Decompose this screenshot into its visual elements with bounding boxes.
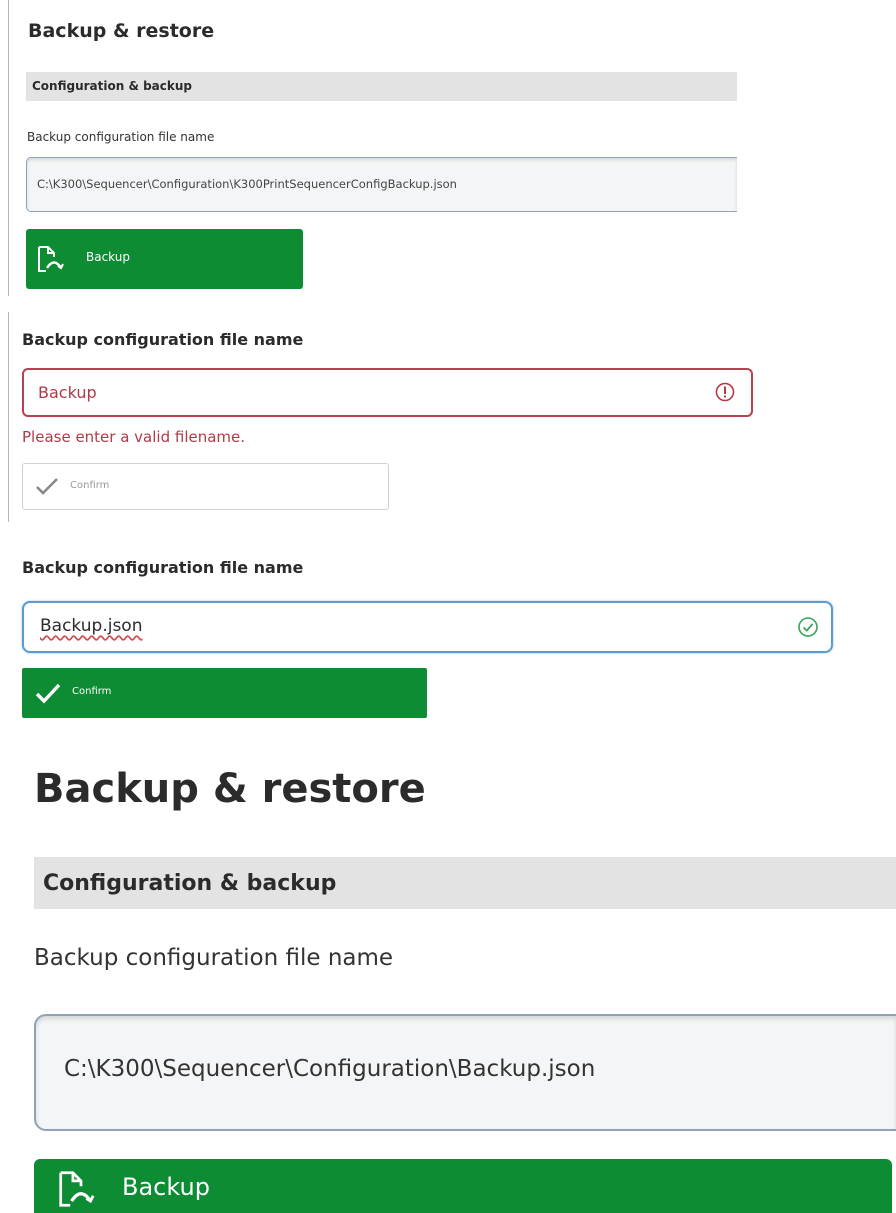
section-header-label: Configuration & backup: [43, 871, 337, 896]
page-title: Backup & restore: [34, 766, 426, 812]
page-title: Backup & restore: [28, 20, 215, 42]
confirm-button-label: Confirm: [72, 686, 112, 697]
checkmark-icon: [35, 476, 59, 500]
backup-file-icon: [37, 246, 71, 276]
backup-filename-value: Backup.json: [40, 616, 143, 636]
confirm-button-disabled[interactable]: Confirm: [22, 463, 389, 510]
field-label: Backup configuration file name: [27, 130, 215, 144]
checkmark-icon: [35, 682, 61, 708]
backup-filename-input-valid[interactable]: Backup.json: [22, 601, 833, 653]
confirm-button-label: Confirm: [70, 480, 110, 491]
panel-separator: [8, 312, 9, 522]
backup-button[interactable]: Backup: [26, 229, 303, 289]
backup-button-label: Backup: [122, 1173, 210, 1201]
backup-filename-value: C:\K300\Sequencer\Configuration\Backup.j…: [64, 1056, 596, 1082]
validation-error-message: Please enter a valid filename.: [22, 428, 246, 446]
section-header-label: Configuration & backup: [32, 79, 193, 93]
backup-button-label: Backup: [86, 250, 130, 264]
backup-filename-input[interactable]: C:\K300\Sequencer\Configuration\K300Prin…: [26, 157, 737, 212]
valid-check-icon: [797, 616, 819, 642]
backup-filename-value: Backup: [38, 383, 97, 402]
section-header: Configuration & backup: [34, 857, 896, 909]
backup-filename-input[interactable]: C:\K300\Sequencer\Configuration\Backup.j…: [34, 1014, 896, 1131]
error-icon: [715, 382, 735, 406]
backup-button[interactable]: Backup: [34, 1159, 892, 1213]
confirm-button[interactable]: Confirm: [22, 668, 427, 718]
field-label: Backup configuration file name: [22, 558, 304, 577]
section-header: Configuration & backup: [26, 72, 737, 101]
panel-separator: [8, 0, 9, 296]
field-label: Backup configuration file name: [34, 945, 394, 971]
backup-filename-input-error[interactable]: Backup: [22, 368, 753, 417]
backup-file-icon: [58, 1171, 104, 1211]
field-label: Backup configuration file name: [22, 330, 304, 349]
backup-filename-value: C:\K300\Sequencer\Configuration\K300Prin…: [37, 177, 457, 191]
